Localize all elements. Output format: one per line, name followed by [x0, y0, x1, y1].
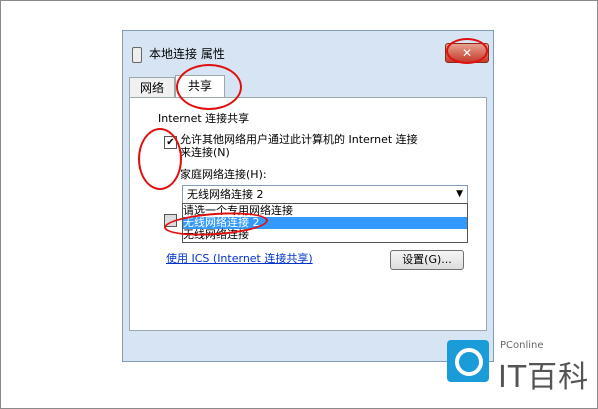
home-network-selected-value: 无线网络连接 2 [187, 188, 264, 201]
settings-button[interactable]: 设置(G)... [390, 250, 464, 270]
watermark-title: IT百科 [498, 360, 590, 395]
annotation-circle-checkbox [138, 128, 182, 190]
allow-sharing-label: 允许其他网络用户通过此计算机的 Internet 连接 来连接(N) [180, 133, 450, 159]
annotation-circle-close [446, 38, 488, 64]
ics-help-link[interactable]: 使用 ICS (Internet 连接共享) [166, 250, 313, 266]
chevron-down-icon[interactable]: ▼ [456, 186, 463, 203]
ics-group-label: Internet 连接共享 [158, 112, 250, 125]
pconline-logo-icon [447, 340, 489, 382]
watermark-brand: PConline [500, 340, 544, 351]
home-network-label: 家庭网络连接(H): [180, 168, 267, 181]
annotation-circle-sharing-tab [176, 64, 242, 110]
home-network-select[interactable]: 无线网络连接 2 ▼ [182, 185, 468, 204]
allow-sharing-line2: 来连接(N) [180, 146, 230, 159]
magnifier-icon [455, 348, 483, 376]
allow-sharing-line1: 允许其他网络用户通过此计算机的 Internet 连接 [180, 133, 418, 146]
